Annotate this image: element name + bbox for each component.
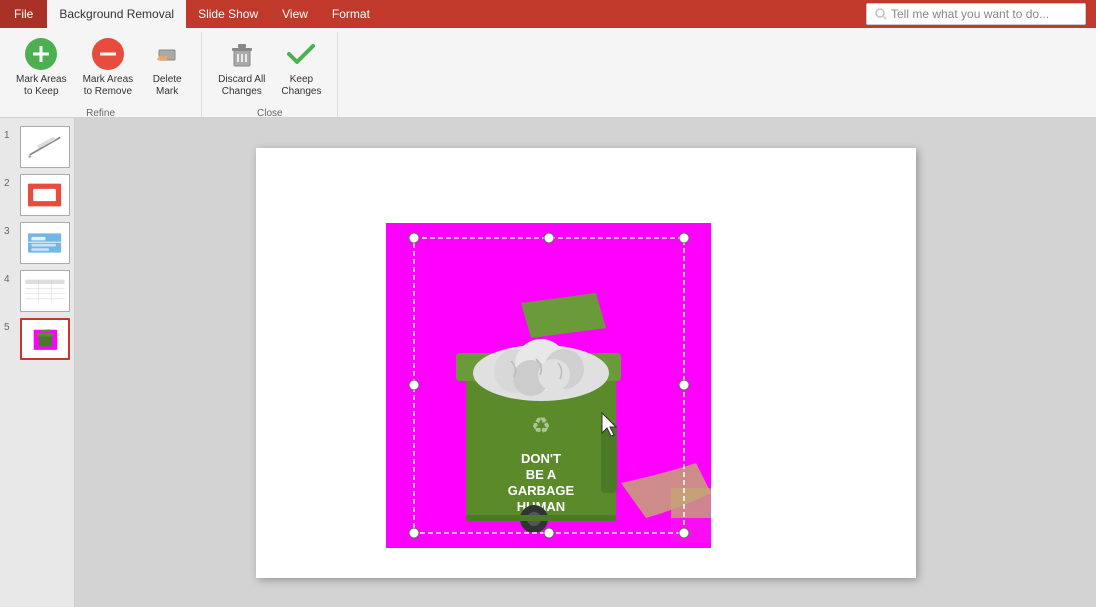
mark-areas-remove-button[interactable]: Mark Areas to Remove [75,32,142,102]
svg-text:♻: ♻ [531,413,551,438]
keep-changes-icon [283,36,319,72]
delete-mark-icon [149,36,185,72]
keep-changes-label: Keep Changes [281,74,321,98]
discard-all-changes-icon [224,36,260,72]
slide-num-3: 3 [4,226,16,237]
tab-view[interactable]: View [270,0,320,28]
mark-areas-remove-icon [90,36,126,72]
image-container[interactable]: ♻ DON'T BE A GARBAGE HUMAN [386,223,711,548]
slide-img-3[interactable] [20,222,70,264]
slide-panel: 1 2 [0,118,75,607]
tab-slide-show[interactable]: Slide Show [186,0,270,28]
slide-num-2: 2 [4,178,16,189]
search-icon [875,8,887,20]
mark-areas-keep-button[interactable]: Mark Areas to Keep [8,32,75,102]
delete-mark-button[interactable]: Delete Mark [141,32,193,102]
tab-file[interactable]: File [0,0,47,28]
slide-thumb-5[interactable]: 5 [4,318,70,360]
keep-changes-button[interactable]: Keep Changes [273,32,329,102]
search-placeholder: Tell me what you want to do... [891,7,1049,21]
slide-thumb-2[interactable]: 2 [4,174,70,216]
slide-img-2[interactable] [20,174,70,216]
slide-img-5[interactable] [20,318,70,360]
delete-mark-label: Delete Mark [153,74,182,98]
slide-img-4[interactable] [20,270,70,312]
ribbon-group-close: Discard All Changes Keep Changes Close [202,32,338,117]
mark-areas-keep-label: Mark Areas to Keep [16,74,67,98]
canvas-area: ♻ DON'T BE A GARBAGE HUMAN [75,118,1096,607]
slide-num-5: 5 [4,322,16,333]
svg-text:BE A: BE A [525,467,556,482]
slide-img-1[interactable] [20,126,70,168]
ribbon-group-close-inner: Discard All Changes Keep Changes [210,32,329,106]
ribbon-tabs: File Background Removal Slide Show View … [0,0,1096,28]
slide-thumb-4[interactable]: 4 [4,270,70,312]
svg-text:DON'T: DON'T [521,451,561,466]
discard-all-changes-button[interactable]: Discard All Changes [210,32,273,102]
slide-thumb-3[interactable]: 3 [4,222,70,264]
mark-areas-remove-label: Mark Areas to Remove [83,74,134,98]
slide-canvas: ♻ DON'T BE A GARBAGE HUMAN [256,148,916,578]
tab-background-removal[interactable]: Background Removal [47,0,186,28]
mark-areas-keep-icon [23,36,59,72]
slide-num-4: 4 [4,274,16,285]
search-bar[interactable]: Tell me what you want to do... [866,3,1086,25]
tab-format[interactable]: Format [320,0,382,28]
trash-can-image: ♻ DON'T BE A GARBAGE HUMAN [386,223,711,548]
svg-text:GARBAGE: GARBAGE [507,483,574,498]
main-area: 1 2 [0,118,1096,607]
ribbon-group-refine-inner: Mark Areas to Keep Mark Areas to Remove [8,32,193,106]
discard-all-changes-label: Discard All Changes [218,74,265,98]
ribbon-content: Mark Areas to Keep Mark Areas to Remove [0,28,1096,118]
ribbon-group-refine: Mark Areas to Keep Mark Areas to Remove [0,32,202,117]
slide-num-1: 1 [4,130,16,141]
slide-thumb-1[interactable]: 1 [4,126,70,168]
